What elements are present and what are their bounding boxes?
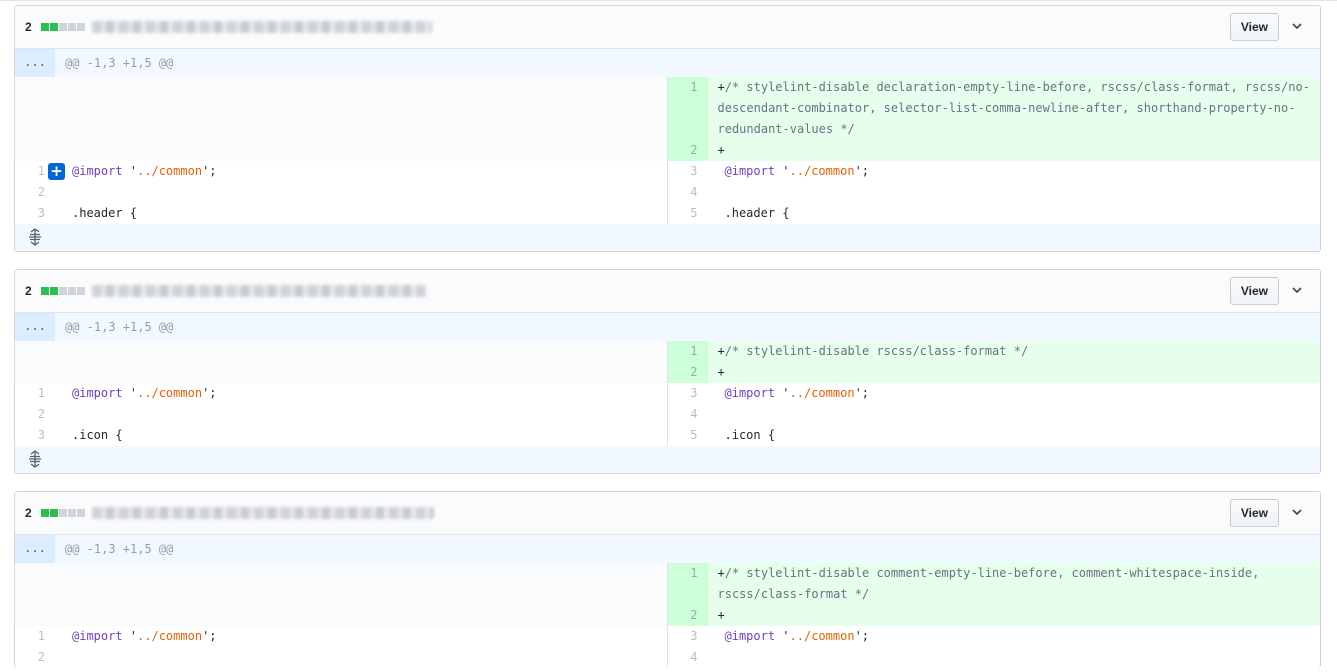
line-number[interactable]: 1 (667, 341, 708, 362)
diffstat-blocks (41, 287, 85, 295)
line-number[interactable]: 2 (15, 647, 55, 668)
expand-dots[interactable]: ... (15, 313, 55, 341)
code-line: 1 @import '../common'; (15, 383, 667, 404)
right-pane: 1 +/* stylelint-disable rscss/class-form… (666, 341, 1321, 446)
file-name-redacted[interactable] (92, 285, 426, 297)
file-header: 2 View (15, 6, 1320, 49)
line-number[interactable]: 5 (668, 203, 708, 224)
diffstat-count: 2 (25, 506, 32, 520)
diffstat-count: 2 (25, 284, 32, 298)
line-number[interactable]: 3 (668, 626, 708, 647)
left-pane: 1 @import '../common'; 2 3 .icon { (15, 341, 667, 446)
hunk-header-row: ... @@ -1,3 +1,5 @@ (15, 535, 1320, 563)
unfold-icon[interactable] (27, 450, 43, 468)
line-number[interactable]: 3 (15, 425, 55, 446)
expand-row (15, 446, 1320, 473)
line-number[interactable]: 4 (668, 647, 708, 668)
line-number[interactable]: 2 (667, 140, 708, 161)
file-name-redacted[interactable] (92, 21, 432, 33)
file-header: 2 View (15, 492, 1320, 535)
line-number[interactable]: 1 (15, 626, 55, 647)
line-number[interactable]: 5 (668, 425, 708, 446)
code-line: 4 (668, 647, 1321, 668)
code-line: 2 (15, 404, 667, 425)
diff-file-1: 2 View ... @@ -1,3 +1,5 @@ 1 @import '..… (14, 5, 1321, 252)
add-comment-button[interactable]: + (48, 163, 65, 180)
chevron-down-icon[interactable] (1290, 505, 1304, 519)
empty-left-block (15, 341, 667, 383)
file-header: 2 View (15, 270, 1320, 313)
line-number[interactable]: 1 (667, 77, 708, 140)
added-line: 1 +/* stylelint-disable comment-empty-li… (667, 563, 1320, 605)
chevron-down-icon[interactable] (1290, 19, 1304, 33)
view-file-button[interactable]: View (1229, 13, 1279, 41)
code-line: 1 @import '../common'; (15, 626, 667, 647)
code-line: 2 (15, 182, 667, 203)
code-line: 2 (15, 647, 667, 668)
line-number[interactable]: 2 (15, 404, 55, 425)
code-line: 1 @import '../common'; (15, 161, 667, 182)
expand-dots[interactable]: ... (15, 535, 55, 563)
code-line: 5 .icon { (668, 425, 1321, 446)
code-line: 4 (668, 404, 1321, 425)
added-line: 1 +/* stylelint-disable rscss/class-form… (667, 341, 1320, 362)
top-divider (0, 0, 1337, 1)
added-line: 2 + (667, 605, 1320, 626)
line-number[interactable]: 2 (667, 362, 708, 383)
diff-file-2: 2 View ... @@ -1,3 +1,5 @@ 1 @import '..… (14, 269, 1321, 474)
code-line: 4 (668, 182, 1321, 203)
view-file-button[interactable]: View (1229, 499, 1279, 527)
line-number[interactable]: 3 (15, 203, 55, 224)
code-line: 3 @import '../common'; (668, 383, 1321, 404)
right-pane: 1 +/* stylelint-disable declaration-empt… (666, 77, 1321, 224)
empty-left-block (15, 563, 667, 626)
code-line: 3 @import '../common'; (668, 161, 1321, 182)
code-line: 3 .icon { (15, 425, 667, 446)
added-line: 2 + (667, 362, 1320, 383)
expand-dots[interactable]: ... (15, 49, 55, 77)
left-pane: 1 @import '../common'; 2 (15, 563, 667, 668)
line-number[interactable]: 1 (15, 383, 55, 404)
right-pane: 1 +/* stylelint-disable comment-empty-li… (666, 563, 1321, 668)
chevron-down-icon[interactable] (1290, 283, 1304, 297)
line-number[interactable]: 3 (668, 383, 708, 404)
diff-file-3: 2 View ... @@ -1,3 +1,5 @@ 1 @import '..… (14, 491, 1321, 668)
code-line: 3 @import '../common'; (668, 626, 1321, 647)
empty-left-block (15, 77, 667, 161)
left-pane: 1 @import '../common'; + 2 3 .header { (15, 77, 667, 224)
code-line: 5 .header { (668, 203, 1321, 224)
line-number[interactable]: 1 (667, 563, 708, 605)
unfold-icon[interactable] (27, 228, 43, 246)
diffstat-blocks (41, 23, 85, 31)
expand-row (15, 224, 1320, 251)
file-name-redacted[interactable] (92, 507, 434, 519)
hunk-header: @@ -1,3 +1,5 @@ (65, 56, 174, 70)
code-line: 3 .header { (15, 203, 667, 224)
added-line: 1 +/* stylelint-disable declaration-empt… (667, 77, 1320, 140)
hunk-header: @@ -1,3 +1,5 @@ (65, 320, 174, 334)
hunk-header: @@ -1,3 +1,5 @@ (65, 542, 174, 556)
line-number[interactable]: 4 (668, 182, 708, 203)
line-number[interactable]: 4 (668, 404, 708, 425)
line-number[interactable]: 2 (15, 182, 55, 203)
hunk-header-row: ... @@ -1,3 +1,5 @@ (15, 49, 1320, 77)
view-file-button[interactable]: View (1229, 277, 1279, 305)
line-number[interactable]: 3 (668, 161, 708, 182)
diffstat-count: 2 (25, 20, 32, 34)
diffstat-blocks (41, 509, 85, 517)
added-line: 2 + (667, 140, 1320, 161)
hunk-header-row: ... @@ -1,3 +1,5 @@ (15, 313, 1320, 341)
line-number[interactable]: 2 (667, 605, 708, 626)
